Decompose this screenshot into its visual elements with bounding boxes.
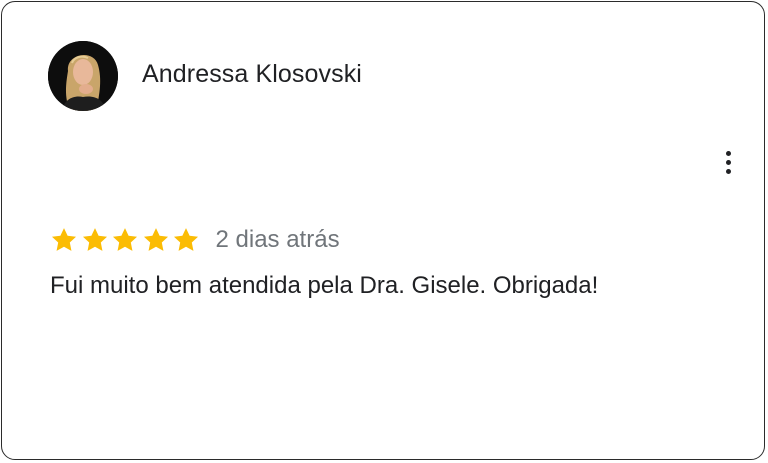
rating-row: 2 dias atrás xyxy=(50,224,340,256)
avatar-photo xyxy=(48,41,118,111)
star-icon xyxy=(82,228,107,251)
more-vert-icon-dot xyxy=(725,159,731,165)
author-name[interactable]: Andressa Klosovski xyxy=(142,60,362,89)
star-icon xyxy=(173,228,199,251)
review-card: Andressa Klosovski 2 dias atrás Fui muit… xyxy=(1,1,765,460)
review-text: Fui muito bem atendida pela Dra. Gisele.… xyxy=(50,272,599,299)
star-icon xyxy=(143,228,168,251)
more-vert-icon-dot xyxy=(725,168,731,174)
star-rating xyxy=(50,226,203,254)
author-avatar[interactable] xyxy=(48,41,118,111)
star-icon xyxy=(51,228,77,251)
review-date: 2 dias atrás xyxy=(215,226,340,253)
more-options-button[interactable] xyxy=(714,146,742,178)
more-vert-icon xyxy=(725,150,731,156)
star-icon xyxy=(112,228,138,251)
